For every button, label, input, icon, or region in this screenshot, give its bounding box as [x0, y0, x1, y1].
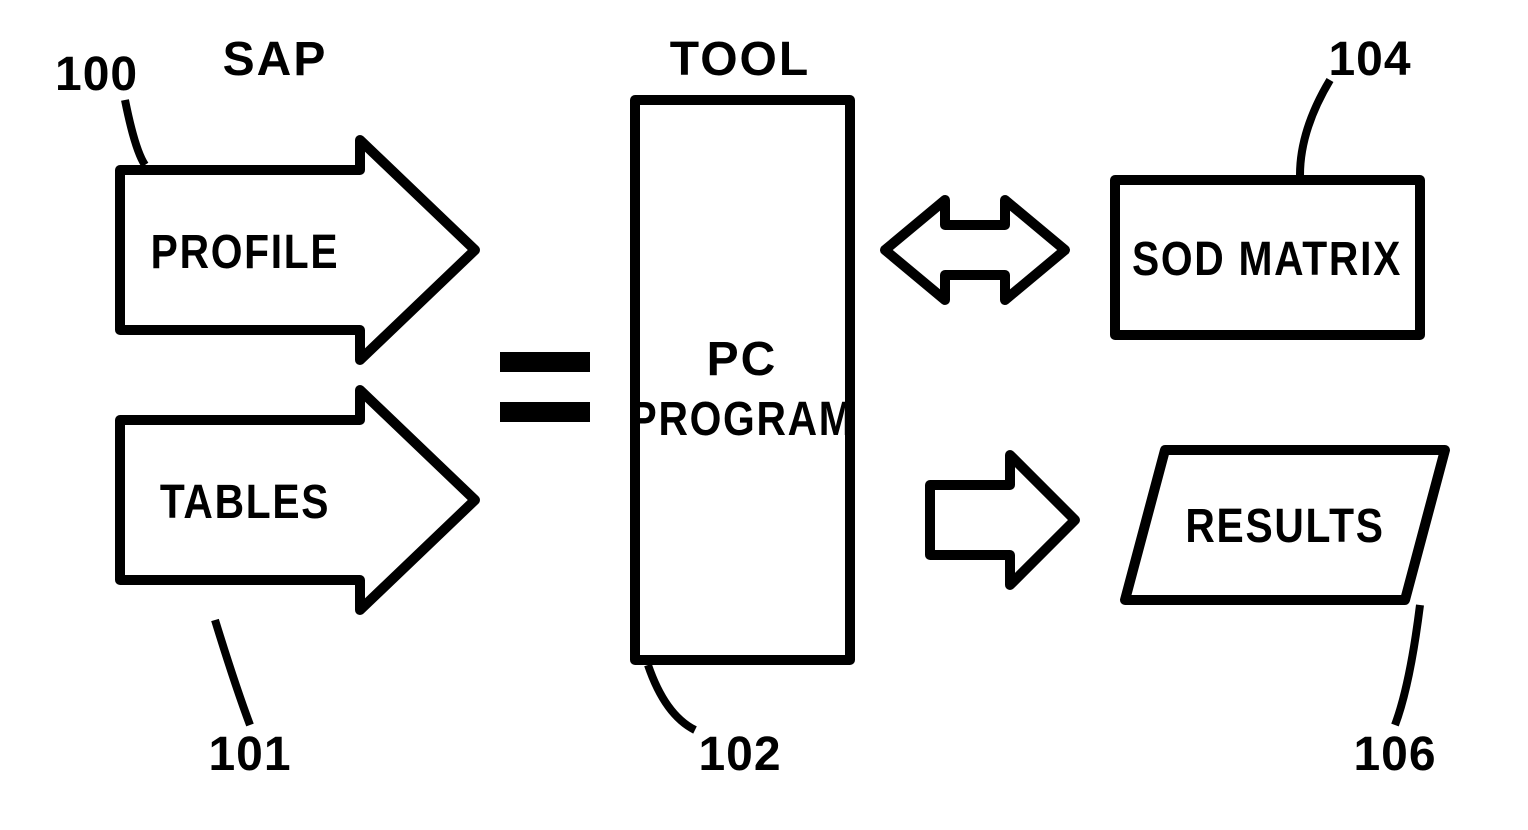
ref-106-leader	[1395, 605, 1420, 725]
header-sap: SAP	[223, 33, 328, 86]
ref-100: 100	[55, 48, 138, 101]
diagram-canvas: SAP TOOL PROFILE TABLES PC PROGRAM SOD M…	[0, 0, 1528, 830]
ref-104: 104	[1328, 33, 1411, 86]
results-arrow	[930, 455, 1075, 585]
ref-100-leader	[125, 100, 145, 165]
program-label: PROGRAM	[630, 393, 855, 446]
sod-matrix-label: SOD MATRIX	[1132, 233, 1402, 286]
ref-101: 101	[208, 728, 291, 781]
ref-102-leader	[648, 665, 695, 730]
ref-101-leader	[215, 620, 250, 725]
results-label: RESULTS	[1185, 500, 1384, 553]
ref-104-leader	[1300, 80, 1330, 175]
equals-sign	[500, 352, 590, 422]
ref-102: 102	[698, 728, 781, 781]
header-tool: TOOL	[670, 33, 810, 86]
bidirectional-arrow	[885, 200, 1065, 300]
ref-106: 106	[1353, 728, 1436, 781]
pc-label: PC	[707, 333, 778, 386]
profile-label: PROFILE	[151, 226, 340, 279]
tables-label: TABLES	[160, 476, 330, 529]
